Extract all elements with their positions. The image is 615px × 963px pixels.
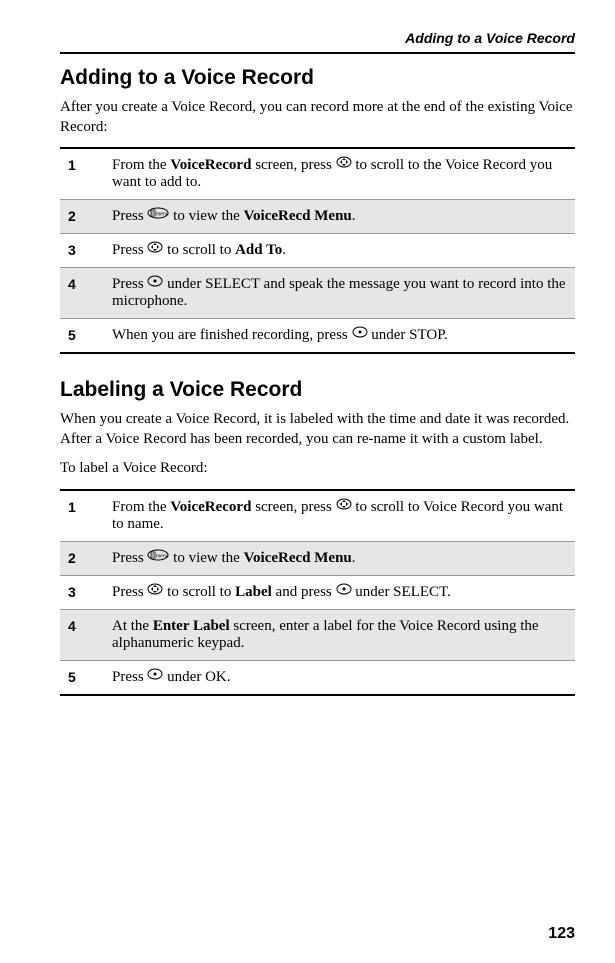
header-divider: [60, 52, 575, 54]
running-header: Adding to a Voice Record: [60, 30, 575, 46]
dot-icon: [147, 668, 163, 685]
dot-icon: [336, 583, 352, 600]
step-text: Press to scroll to Add To.: [104, 234, 575, 268]
step-text: At the Enter Label screen, enter a label…: [104, 610, 575, 661]
step-text: From the VoiceRecord screen, press to sc…: [104, 490, 575, 542]
table-row: 5 When you are finished recording, press…: [60, 319, 575, 354]
section2-intro: When you create a Voice Record, it is la…: [60, 410, 575, 449]
step-number: 4: [60, 610, 104, 661]
table-row: 5 Press under OK.: [60, 661, 575, 696]
step-text: Press under SELECT and speak the message…: [104, 268, 575, 319]
step-number: 5: [60, 661, 104, 696]
dot-icon: [147, 275, 163, 292]
step-number: 3: [60, 575, 104, 609]
table-row: 4 At the Enter Label screen, enter a lab…: [60, 610, 575, 661]
table-row: 2 Press menu to view the VoiceRecd Menu.: [60, 541, 575, 575]
dot-icon: [352, 326, 368, 343]
svg-text:menu: menu: [156, 553, 169, 559]
step-number: 4: [60, 268, 104, 319]
table-row: 3 Press to scroll to Add To.: [60, 234, 575, 268]
section2-steps-table: 1 From the VoiceRecord screen, press to …: [60, 489, 575, 696]
dpad-icon: [336, 156, 352, 173]
dpad-icon: [147, 241, 163, 258]
section1-intro: After you create a Voice Record, you can…: [60, 98, 575, 137]
table-row: 4 Press under SELECT and speak the messa…: [60, 268, 575, 319]
step-number: 1: [60, 490, 104, 542]
section2-lead: To label a Voice Record:: [60, 459, 575, 479]
step-number: 3: [60, 234, 104, 268]
table-row: 1 From the VoiceRecord screen, press to …: [60, 490, 575, 542]
step-text: Press menu to view the VoiceRecd Menu.: [104, 541, 575, 575]
dpad-icon: [336, 498, 352, 515]
menu-icon: menu: [147, 549, 169, 566]
svg-text:menu: menu: [156, 212, 169, 218]
table-row: 1 From the VoiceRecord screen, press to …: [60, 148, 575, 200]
section1-steps-table: 1 From the VoiceRecord screen, press to …: [60, 147, 575, 354]
step-number: 1: [60, 148, 104, 200]
step-text: When you are finished recording, press u…: [104, 319, 575, 354]
table-row: 2 Press menu to view the VoiceRecd Menu.: [60, 200, 575, 234]
table-row: 3 Press to scroll to Label and press und…: [60, 575, 575, 609]
step-number: 2: [60, 200, 104, 234]
step-text: Press to scroll to Label and press under…: [104, 575, 575, 609]
page-number: 123: [548, 925, 575, 943]
step-number: 2: [60, 541, 104, 575]
dpad-icon: [147, 583, 163, 600]
step-number: 5: [60, 319, 104, 354]
step-text: Press under OK.: [104, 661, 575, 696]
step-text: From the VoiceRecord screen, press to sc…: [104, 148, 575, 200]
step-text: Press menu to view the VoiceRecd Menu.: [104, 200, 575, 234]
section1-title: Adding to a Voice Record: [60, 66, 575, 90]
section2-title: Labeling a Voice Record: [60, 378, 575, 402]
menu-icon: menu: [147, 207, 169, 224]
